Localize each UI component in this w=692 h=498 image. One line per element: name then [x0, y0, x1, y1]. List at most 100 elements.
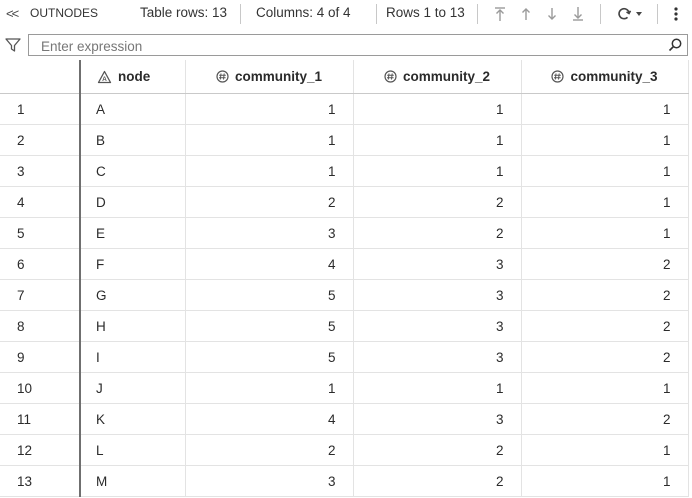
cell-node[interactable]: E: [80, 217, 186, 249]
cell-node[interactable]: G: [80, 279, 186, 311]
row-number: 3: [0, 155, 81, 187]
cell-community-2[interactable]: 2: [353, 465, 522, 497]
columns-selector[interactable]: Columns: 4 of 4: [256, 5, 351, 20]
cell-community-3[interactable]: 1: [521, 93, 689, 125]
cell-community-1[interactable]: 2: [185, 186, 354, 218]
cell-community-2[interactable]: 1: [353, 124, 522, 156]
row-number: 1: [0, 93, 81, 125]
refresh-menu-button[interactable]: [613, 4, 645, 24]
cell-community-2[interactable]: 2: [353, 217, 522, 249]
cell-community-3[interactable]: 2: [521, 248, 689, 280]
cell-node[interactable]: M: [80, 465, 186, 497]
cell-community-3[interactable]: 2: [521, 341, 689, 373]
cell-community-2[interactable]: 1: [353, 93, 522, 125]
cell-community-2[interactable]: 1: [353, 372, 522, 404]
cell-node[interactable]: B: [80, 124, 186, 156]
cell-community-1[interactable]: 5: [185, 310, 354, 342]
page-up-button[interactable]: [518, 4, 534, 24]
cell-node[interactable]: A: [80, 93, 186, 125]
cell-community-2[interactable]: 3: [353, 279, 522, 311]
refresh-icon: [617, 7, 631, 20]
table-row[interactable]: 4 D 2 2 1: [0, 186, 689, 218]
cell-community-3[interactable]: 1: [521, 434, 689, 466]
cell-community-3[interactable]: 2: [521, 403, 689, 435]
table-row[interactable]: 13 M 3 2 1: [0, 465, 689, 497]
cell-node[interactable]: C: [80, 155, 186, 187]
cell-community-3[interactable]: 1: [521, 372, 689, 404]
row-number-header: [0, 60, 81, 94]
row-number: 6: [0, 248, 81, 280]
table-row[interactable]: 12 L 2 2 1: [0, 434, 689, 466]
column-header-label: node: [118, 69, 151, 84]
cell-community-3[interactable]: 1: [521, 186, 689, 218]
table-row[interactable]: 8 H 5 3 2: [0, 310, 689, 342]
cell-community-3[interactable]: 1: [521, 465, 689, 497]
filter-expression-field[interactable]: [28, 34, 688, 56]
first-row-icon: [495, 7, 505, 21]
toolbar-divider: [477, 4, 478, 24]
search-icon[interactable]: [667, 37, 683, 53]
filter-icon[interactable]: [4, 36, 22, 54]
toolbar-divider: [376, 4, 377, 24]
cell-community-1[interactable]: 5: [185, 279, 354, 311]
column-header-community-3[interactable]: community_3: [521, 60, 689, 94]
toolbar-divider: [657, 4, 658, 24]
toolbar-divider: [600, 4, 601, 24]
cell-community-1[interactable]: 3: [185, 217, 354, 249]
table-row[interactable]: 9 I 5 3 2: [0, 341, 689, 373]
toolbar-divider: [240, 4, 241, 24]
table-row[interactable]: 7 G 5 3 2: [0, 279, 689, 311]
cell-community-1[interactable]: 5: [185, 341, 354, 373]
cell-community-3[interactable]: 1: [521, 124, 689, 156]
numeric-column-icon: [216, 70, 229, 83]
filter-expression-input[interactable]: [39, 37, 653, 55]
row-number: 7: [0, 279, 81, 311]
cell-community-2[interactable]: 1: [353, 155, 522, 187]
cell-community-1[interactable]: 3: [185, 465, 354, 497]
cell-community-2[interactable]: 2: [353, 186, 522, 218]
page-down-button[interactable]: [544, 4, 560, 24]
table-row[interactable]: 2 B 1 1 1: [0, 124, 689, 156]
collapse-panel-button[interactable]: <<: [6, 6, 19, 21]
row-number: 2: [0, 124, 81, 156]
cell-community-1[interactable]: 1: [185, 155, 354, 187]
cell-community-2[interactable]: 2: [353, 434, 522, 466]
table-row[interactable]: 3 C 1 1 1: [0, 155, 689, 187]
cell-community-3[interactable]: 1: [521, 217, 689, 249]
cell-node[interactable]: K: [80, 403, 186, 435]
table-row[interactable]: 6 F 4 3 2: [0, 248, 689, 280]
cell-community-2[interactable]: 3: [353, 341, 522, 373]
go-to-first-row-button[interactable]: [492, 4, 508, 24]
cell-node[interactable]: H: [80, 310, 186, 342]
cell-community-3[interactable]: 2: [521, 310, 689, 342]
more-options-button[interactable]: [668, 4, 684, 24]
more-vertical-icon: [674, 7, 678, 21]
cell-community-3[interactable]: 1: [521, 155, 689, 187]
cell-community-2[interactable]: 3: [353, 403, 522, 435]
column-header-community-2[interactable]: community_2: [353, 60, 522, 94]
cell-community-1[interactable]: 4: [185, 248, 354, 280]
cell-node[interactable]: F: [80, 248, 186, 280]
column-header-node[interactable]: A node: [80, 60, 186, 94]
cell-node[interactable]: D: [80, 186, 186, 218]
cell-node[interactable]: L: [80, 434, 186, 466]
svg-text:A: A: [102, 76, 107, 83]
cell-node[interactable]: I: [80, 341, 186, 373]
cell-community-2[interactable]: 3: [353, 248, 522, 280]
table-row[interactable]: 5 E 3 2 1: [0, 217, 689, 249]
table-row[interactable]: 1 A 1 1 1: [0, 93, 689, 125]
table-row[interactable]: 11 K 4 3 2: [0, 403, 689, 435]
cell-community-3[interactable]: 2: [521, 279, 689, 311]
cell-community-1[interactable]: 4: [185, 403, 354, 435]
go-to-last-row-button[interactable]: [570, 4, 586, 24]
column-header-community-1[interactable]: community_1: [185, 60, 354, 94]
cell-community-2[interactable]: 3: [353, 310, 522, 342]
table-row[interactable]: 10 J 1 1 1: [0, 372, 689, 404]
cell-community-1[interactable]: 2: [185, 434, 354, 466]
cell-community-1[interactable]: 1: [185, 372, 354, 404]
table-rows-count: Table rows: 13: [140, 5, 228, 20]
cell-node[interactable]: J: [80, 372, 186, 404]
rows-range: Rows 1 to 13: [386, 5, 465, 20]
cell-community-1[interactable]: 1: [185, 124, 354, 156]
cell-community-1[interactable]: 1: [185, 93, 354, 125]
